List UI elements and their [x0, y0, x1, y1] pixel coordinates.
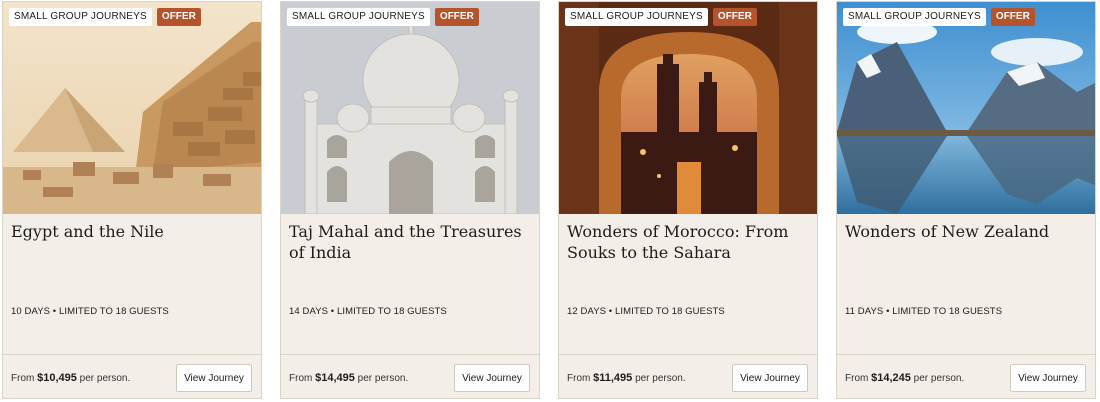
card-divider: [281, 354, 539, 355]
card-divider: [559, 354, 817, 355]
price-suffix: per person.: [635, 373, 686, 384]
journey-type-badge: SMALL GROUP JOURNEYS: [565, 8, 708, 26]
journey-meta: 14 DAYS • LIMITED TO 18 GUESTS: [289, 306, 447, 317]
journey-title[interactable]: Taj Mahal and the Treasures of India: [289, 221, 529, 263]
morocco-arch-photo[interactable]: [559, 2, 817, 214]
journey-price: From $10,495 per person.: [11, 372, 130, 384]
price-amount: $14,245: [871, 372, 911, 384]
journey-card-row: SMALL GROUP JOURNEYS OFFER Egypt and the…: [0, 0, 1100, 402]
journey-price: From $14,245 per person.: [845, 372, 964, 384]
price-amount: $11,495: [593, 372, 633, 384]
offer-badge: OFFER: [434, 8, 479, 26]
journey-card-new-zealand[interactable]: SMALL GROUP JOURNEYS OFFER Wonders of Ne…: [836, 1, 1096, 399]
view-journey-button[interactable]: View Journey: [454, 364, 530, 392]
card-badges: SMALL GROUP JOURNEYS OFFER: [287, 8, 479, 26]
new-zealand-fjord-photo[interactable]: [837, 2, 1095, 214]
card-badges: SMALL GROUP JOURNEYS OFFER: [9, 8, 201, 26]
journey-meta: 10 DAYS • LIMITED TO 18 GUESTS: [11, 306, 169, 317]
journey-card-india[interactable]: SMALL GROUP JOURNEYS OFFER Taj Mahal and…: [280, 1, 540, 399]
offer-badge: OFFER: [712, 8, 757, 26]
price-prefix: From: [567, 373, 591, 384]
journey-title[interactable]: Egypt and the Nile: [11, 221, 251, 242]
journey-type-badge: SMALL GROUP JOURNEYS: [843, 8, 986, 26]
card-badges: SMALL GROUP JOURNEYS OFFER: [565, 8, 757, 26]
journey-card-morocco[interactable]: SMALL GROUP JOURNEYS OFFER Wonders of Mo…: [558, 1, 818, 399]
offer-badge: OFFER: [990, 8, 1035, 26]
journey-title[interactable]: Wonders of New Zealand: [845, 221, 1085, 242]
journey-price: From $14,495 per person.: [289, 372, 408, 384]
journey-price: From $11,495 per person.: [567, 372, 686, 384]
journey-meta: 11 DAYS • LIMITED TO 18 GUESTS: [845, 306, 1003, 317]
price-prefix: From: [11, 373, 35, 384]
journey-type-badge: SMALL GROUP JOURNEYS: [9, 8, 152, 26]
journey-meta: 12 DAYS • LIMITED TO 18 GUESTS: [567, 306, 725, 317]
view-journey-button[interactable]: View Journey: [1010, 364, 1086, 392]
card-divider: [3, 354, 261, 355]
price-prefix: From: [845, 373, 869, 384]
journey-type-badge: SMALL GROUP JOURNEYS: [287, 8, 430, 26]
price-suffix: per person.: [913, 373, 965, 384]
price-prefix: From: [289, 373, 313, 384]
price-suffix: per person.: [79, 373, 131, 384]
card-divider: [837, 354, 1095, 355]
price-amount: $14,495: [315, 372, 355, 384]
taj-mahal-photo[interactable]: [281, 2, 539, 214]
view-journey-button[interactable]: View Journey: [176, 364, 252, 392]
price-suffix: per person.: [357, 373, 409, 384]
pyramids-photo[interactable]: [3, 2, 261, 214]
price-amount: $10,495: [37, 372, 77, 384]
journey-title[interactable]: Wonders of Morocco: From Souks to the Sa…: [567, 221, 807, 263]
offer-badge: OFFER: [156, 8, 201, 26]
journey-card-egypt[interactable]: SMALL GROUP JOURNEYS OFFER Egypt and the…: [2, 1, 262, 399]
card-badges: SMALL GROUP JOURNEYS OFFER: [843, 8, 1035, 26]
view-journey-button[interactable]: View Journey: [732, 364, 808, 392]
